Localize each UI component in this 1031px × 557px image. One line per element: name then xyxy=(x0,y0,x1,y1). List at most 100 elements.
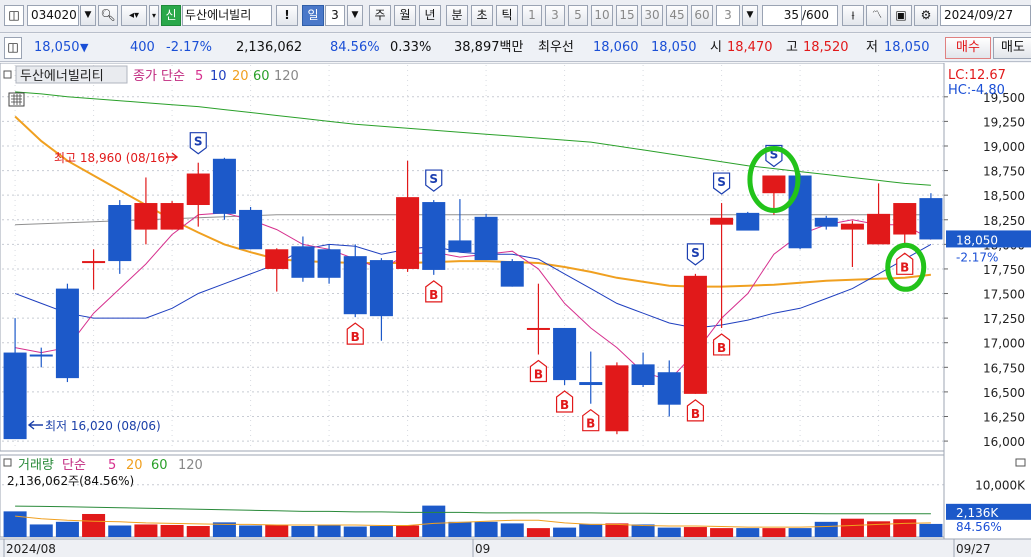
volume-bar xyxy=(55,521,79,537)
volume-bar xyxy=(396,525,420,537)
period-monthly-button[interactable]: 월 xyxy=(394,5,416,26)
interval-15-button[interactable]: 15 xyxy=(616,5,638,26)
quote-bar: ◫ 18,050 ▼ 400 -2.17% 2,136,062 84.56% 0… xyxy=(0,34,1031,62)
date-axis: 2024/08 09 09/27 xyxy=(0,538,1031,557)
daily-count-field[interactable]: 3 xyxy=(325,5,345,26)
y-tick-label: 17,000 xyxy=(983,337,1025,351)
low-price: 18,050 xyxy=(884,40,930,55)
volume-bar xyxy=(134,524,158,537)
interval-45-button[interactable]: 45 xyxy=(666,5,688,26)
search-icon[interactable]: 🔍︎ xyxy=(98,5,118,26)
period-daily-button[interactable]: 일 xyxy=(302,5,324,26)
price-chart[interactable]: 10,000K SSSSSBBBBBBBB 2,136K84.56% 19,50… xyxy=(0,63,1031,557)
date-input[interactable]: 2024/09/27 xyxy=(940,5,1031,26)
ma5-legend: 5 xyxy=(195,69,203,84)
interval-3-button[interactable]: 3 xyxy=(545,5,565,26)
credit-badge: 신 xyxy=(161,5,181,26)
y-tick-label: 19,250 xyxy=(983,115,1025,129)
volume-bar xyxy=(317,524,341,537)
volume-bar xyxy=(239,525,263,537)
candle-body xyxy=(631,364,655,386)
volume-bar xyxy=(710,528,734,537)
stock-code-input[interactable]: 034020 xyxy=(27,5,79,26)
stock-name-field[interactable]: 두산에너빌리 xyxy=(182,5,272,26)
down-arrow-icon: ▼ xyxy=(80,41,89,54)
calculator-icon[interactable] xyxy=(8,92,25,107)
volume-bar xyxy=(526,528,550,537)
trade-amount: 38,897백만 xyxy=(454,40,524,55)
ma-legend-label: 종가 단순 xyxy=(133,69,185,84)
vol-ma120-legend: 120 xyxy=(178,458,203,473)
candle-body xyxy=(212,158,236,214)
candle-body xyxy=(160,203,184,230)
interval-dropdown-icon[interactable]: ▼ xyxy=(742,5,758,26)
period-second-button[interactable]: 초 xyxy=(471,5,493,26)
interval-60-button[interactable]: 60 xyxy=(691,5,713,26)
volume-ma-legend-label: 단순 xyxy=(62,458,86,473)
candle-body xyxy=(579,382,603,386)
volume-bar xyxy=(919,523,943,537)
window-icon[interactable]: ◫ xyxy=(4,37,22,59)
volume-panel-toggle-icon[interactable] xyxy=(1015,458,1026,467)
volume-bar xyxy=(160,524,184,537)
period-yearly-button[interactable]: 년 xyxy=(419,5,441,26)
ma10-legend: 10 xyxy=(210,69,227,84)
sell-button[interactable]: 매도 xyxy=(993,37,1031,59)
volume-bar xyxy=(500,523,524,537)
volume-bar xyxy=(553,527,577,537)
period-weekly-button[interactable]: 주 xyxy=(369,5,391,26)
candle-body xyxy=(893,203,917,235)
y-tick-label: 17,250 xyxy=(983,312,1025,326)
buy-signal-letter: B xyxy=(717,341,726,355)
candle-type-icon[interactable]: ⫲ xyxy=(842,5,864,26)
window-icon[interactable]: ◫ xyxy=(4,5,24,26)
candle-body xyxy=(186,173,210,206)
candle-body xyxy=(448,240,472,253)
volume-bar xyxy=(683,527,707,537)
y-tick-label: 16,000 xyxy=(983,435,1025,449)
save-icon[interactable]: ▣ xyxy=(890,5,912,26)
buy-signal-letter: B xyxy=(534,368,543,382)
volume-legend-box-icon[interactable] xyxy=(3,458,12,467)
change-percent: -2.17% xyxy=(166,40,212,55)
vol-ma60-legend: 60 xyxy=(151,458,168,473)
candle-body xyxy=(343,256,367,315)
vol-ma20-legend: 20 xyxy=(126,458,143,473)
volume-bar xyxy=(840,518,864,537)
interval-1-button[interactable]: 1 xyxy=(522,5,542,26)
y-tick-label: 16,250 xyxy=(983,410,1025,424)
interval-10-button[interactable]: 10 xyxy=(591,5,613,26)
candle-body xyxy=(553,327,577,381)
volume-title: 거래량 xyxy=(18,458,54,473)
volume-bar xyxy=(893,519,917,537)
toolbar: ◫ 034020 ▼ 🔍︎ ◂▾ ▾ 신 두산에너빌리 ! 일 3 ▼ 주 월 … xyxy=(0,0,1031,33)
daily-count-dropdown-icon[interactable]: ▼ xyxy=(347,5,363,26)
volume-bar xyxy=(29,524,53,537)
speaker-icon[interactable]: ◂▾ xyxy=(121,5,147,26)
volume-bar xyxy=(657,527,681,537)
candle-body xyxy=(82,261,106,264)
volume-bar xyxy=(3,511,27,537)
high-price: 18,520 xyxy=(803,40,849,55)
alert-button[interactable]: ! xyxy=(276,5,298,26)
period-minute-button[interactable]: 분 xyxy=(446,5,468,26)
interval-30-button[interactable]: 30 xyxy=(641,5,663,26)
indicator-icon[interactable]: 〽 xyxy=(866,5,888,26)
buy-button[interactable]: 매수 xyxy=(945,37,991,59)
date-tick-label: 2024/08 xyxy=(6,542,56,556)
gear-icon[interactable]: ⚙ xyxy=(914,5,938,26)
candle-body xyxy=(29,354,53,357)
interval-select[interactable]: 3 xyxy=(716,5,740,26)
buy-signal-letter: B xyxy=(560,398,569,412)
candle-body xyxy=(108,205,132,262)
code-dropdown-icon[interactable]: ▼ xyxy=(80,5,96,26)
candle-body xyxy=(605,365,629,432)
candle-body xyxy=(526,327,550,330)
period-tick-button[interactable]: 틱 xyxy=(496,5,518,26)
interval-5-button[interactable]: 5 xyxy=(568,5,588,26)
speaker-dropdown-icon[interactable]: ▾ xyxy=(149,5,159,26)
display-count-input[interactable]: 35 xyxy=(762,5,802,26)
y-tick-label: 19,000 xyxy=(983,140,1025,154)
legend-box-icon[interactable] xyxy=(3,70,12,79)
volume-bar xyxy=(631,524,655,537)
